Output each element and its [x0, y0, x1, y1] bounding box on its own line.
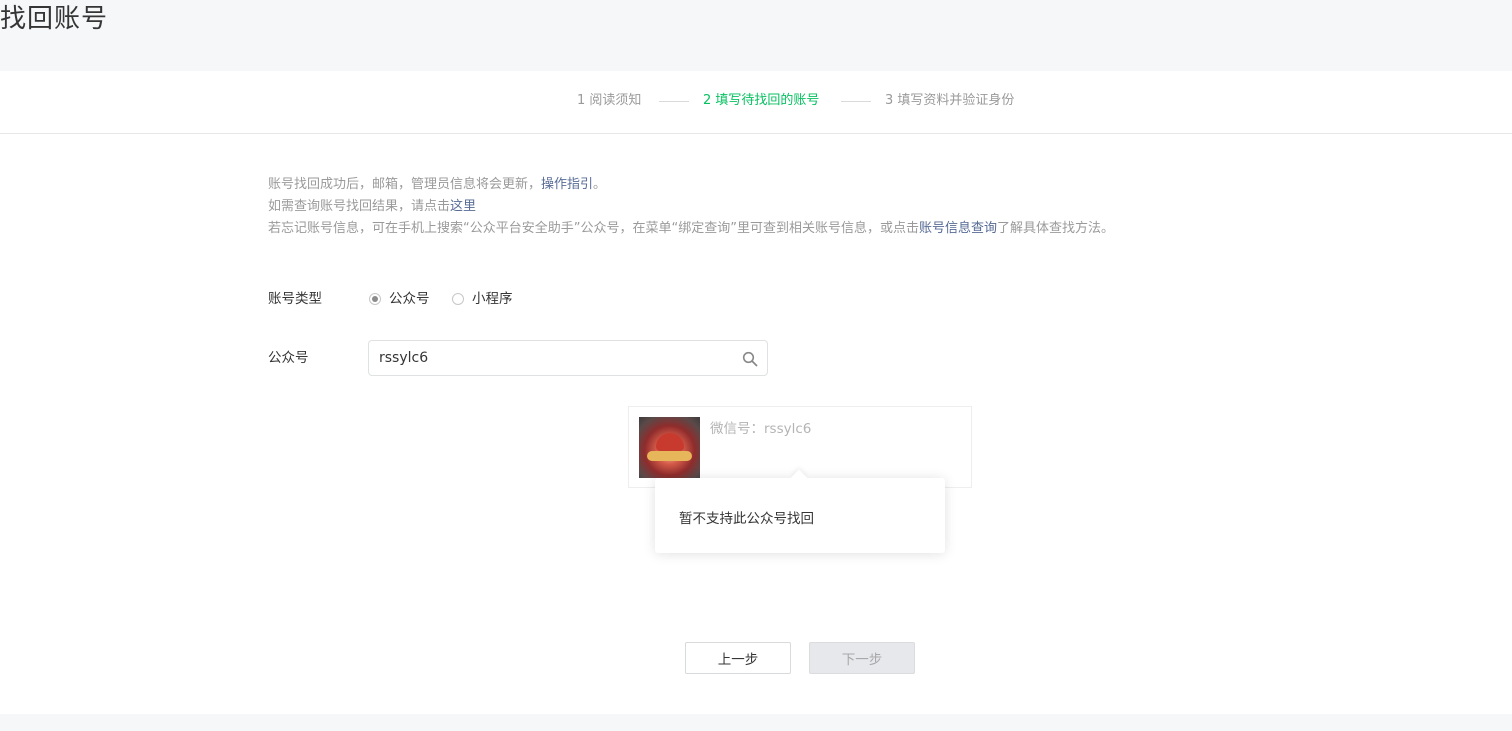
- radio-official-account[interactable]: 公众号: [369, 289, 430, 309]
- official-account-label: 公众号: [268, 350, 309, 366]
- search-icon[interactable]: [742, 351, 758, 367]
- notice-line-2-text: 如需查询账号找回结果，请点击: [268, 199, 451, 214]
- notice-line-3-text: 若忘记账号信息，可在手机上搜索“公众平台安全助手”公众号，在菜单“绑定查询”里可…: [268, 221, 919, 236]
- step-1: 1 阅读须知: [577, 93, 642, 108]
- notice-text: 账号找回成功后，邮箱，管理员信息将会更新，操作指引。 如需查询账号找回结果，请点…: [268, 174, 1114, 240]
- tooltip-text: 暂不支持此公众号找回: [679, 511, 814, 527]
- account-search-box: [368, 340, 768, 376]
- radio-official-account-label: 公众号: [389, 291, 430, 307]
- notice-line-3-end: 了解具体查找方法。: [996, 221, 1114, 236]
- step-3: 3 填写资料并验证身份: [885, 93, 1015, 108]
- operation-guide-link[interactable]: 操作指引: [541, 177, 593, 192]
- notice-line-2: 如需查询账号找回结果，请点击这里: [268, 196, 1114, 218]
- wechat-id-text: 微信号：rssylc6: [710, 421, 812, 437]
- next-step-button[interactable]: 下一步: [809, 642, 915, 674]
- account-search-input[interactable]: [379, 341, 729, 375]
- notice-line-1: 账号找回成功后，邮箱，管理员信息将会更新，操作指引。: [268, 174, 1114, 196]
- unsupported-tooltip: 暂不支持此公众号找回: [655, 478, 945, 553]
- prev-step-button[interactable]: 上一步: [685, 642, 791, 674]
- account-avatar: [639, 417, 700, 478]
- query-result-link[interactable]: 这里: [450, 199, 476, 214]
- step-divider: [659, 101, 689, 102]
- notice-line-3: 若忘记账号信息，可在手机上搜索“公众平台安全助手”公众号，在菜单“绑定查询”里可…: [268, 218, 1114, 240]
- step-divider: [841, 101, 871, 102]
- radio-unchecked-icon[interactable]: [452, 293, 464, 305]
- avatar-ribbon-shape: [647, 451, 692, 461]
- main-card: 1 阅读须知 2 填写待找回的账号 3 填写资料并验证身份 账号找回成功后，邮箱…: [0, 71, 1512, 714]
- step-indicator: 1 阅读须知 2 填写待找回的账号 3 填写资料并验证身份: [0, 71, 1512, 134]
- page-title: 找回账号: [0, 4, 109, 34]
- radio-mini-program-label: 小程序: [472, 291, 513, 307]
- notice-line-1-end: 。: [593, 177, 607, 192]
- radio-mini-program[interactable]: 小程序: [452, 289, 513, 309]
- radio-checked-icon[interactable]: [369, 293, 381, 305]
- account-type-label: 账号类型: [268, 291, 322, 307]
- account-info-query-link[interactable]: 账号信息查询: [919, 221, 997, 236]
- notice-line-1-text: 账号找回成功后，邮箱，管理员信息将会更新，: [268, 177, 542, 192]
- avatar-hat-shape: [656, 433, 684, 451]
- step-2: 2 填写待找回的账号: [703, 93, 820, 108]
